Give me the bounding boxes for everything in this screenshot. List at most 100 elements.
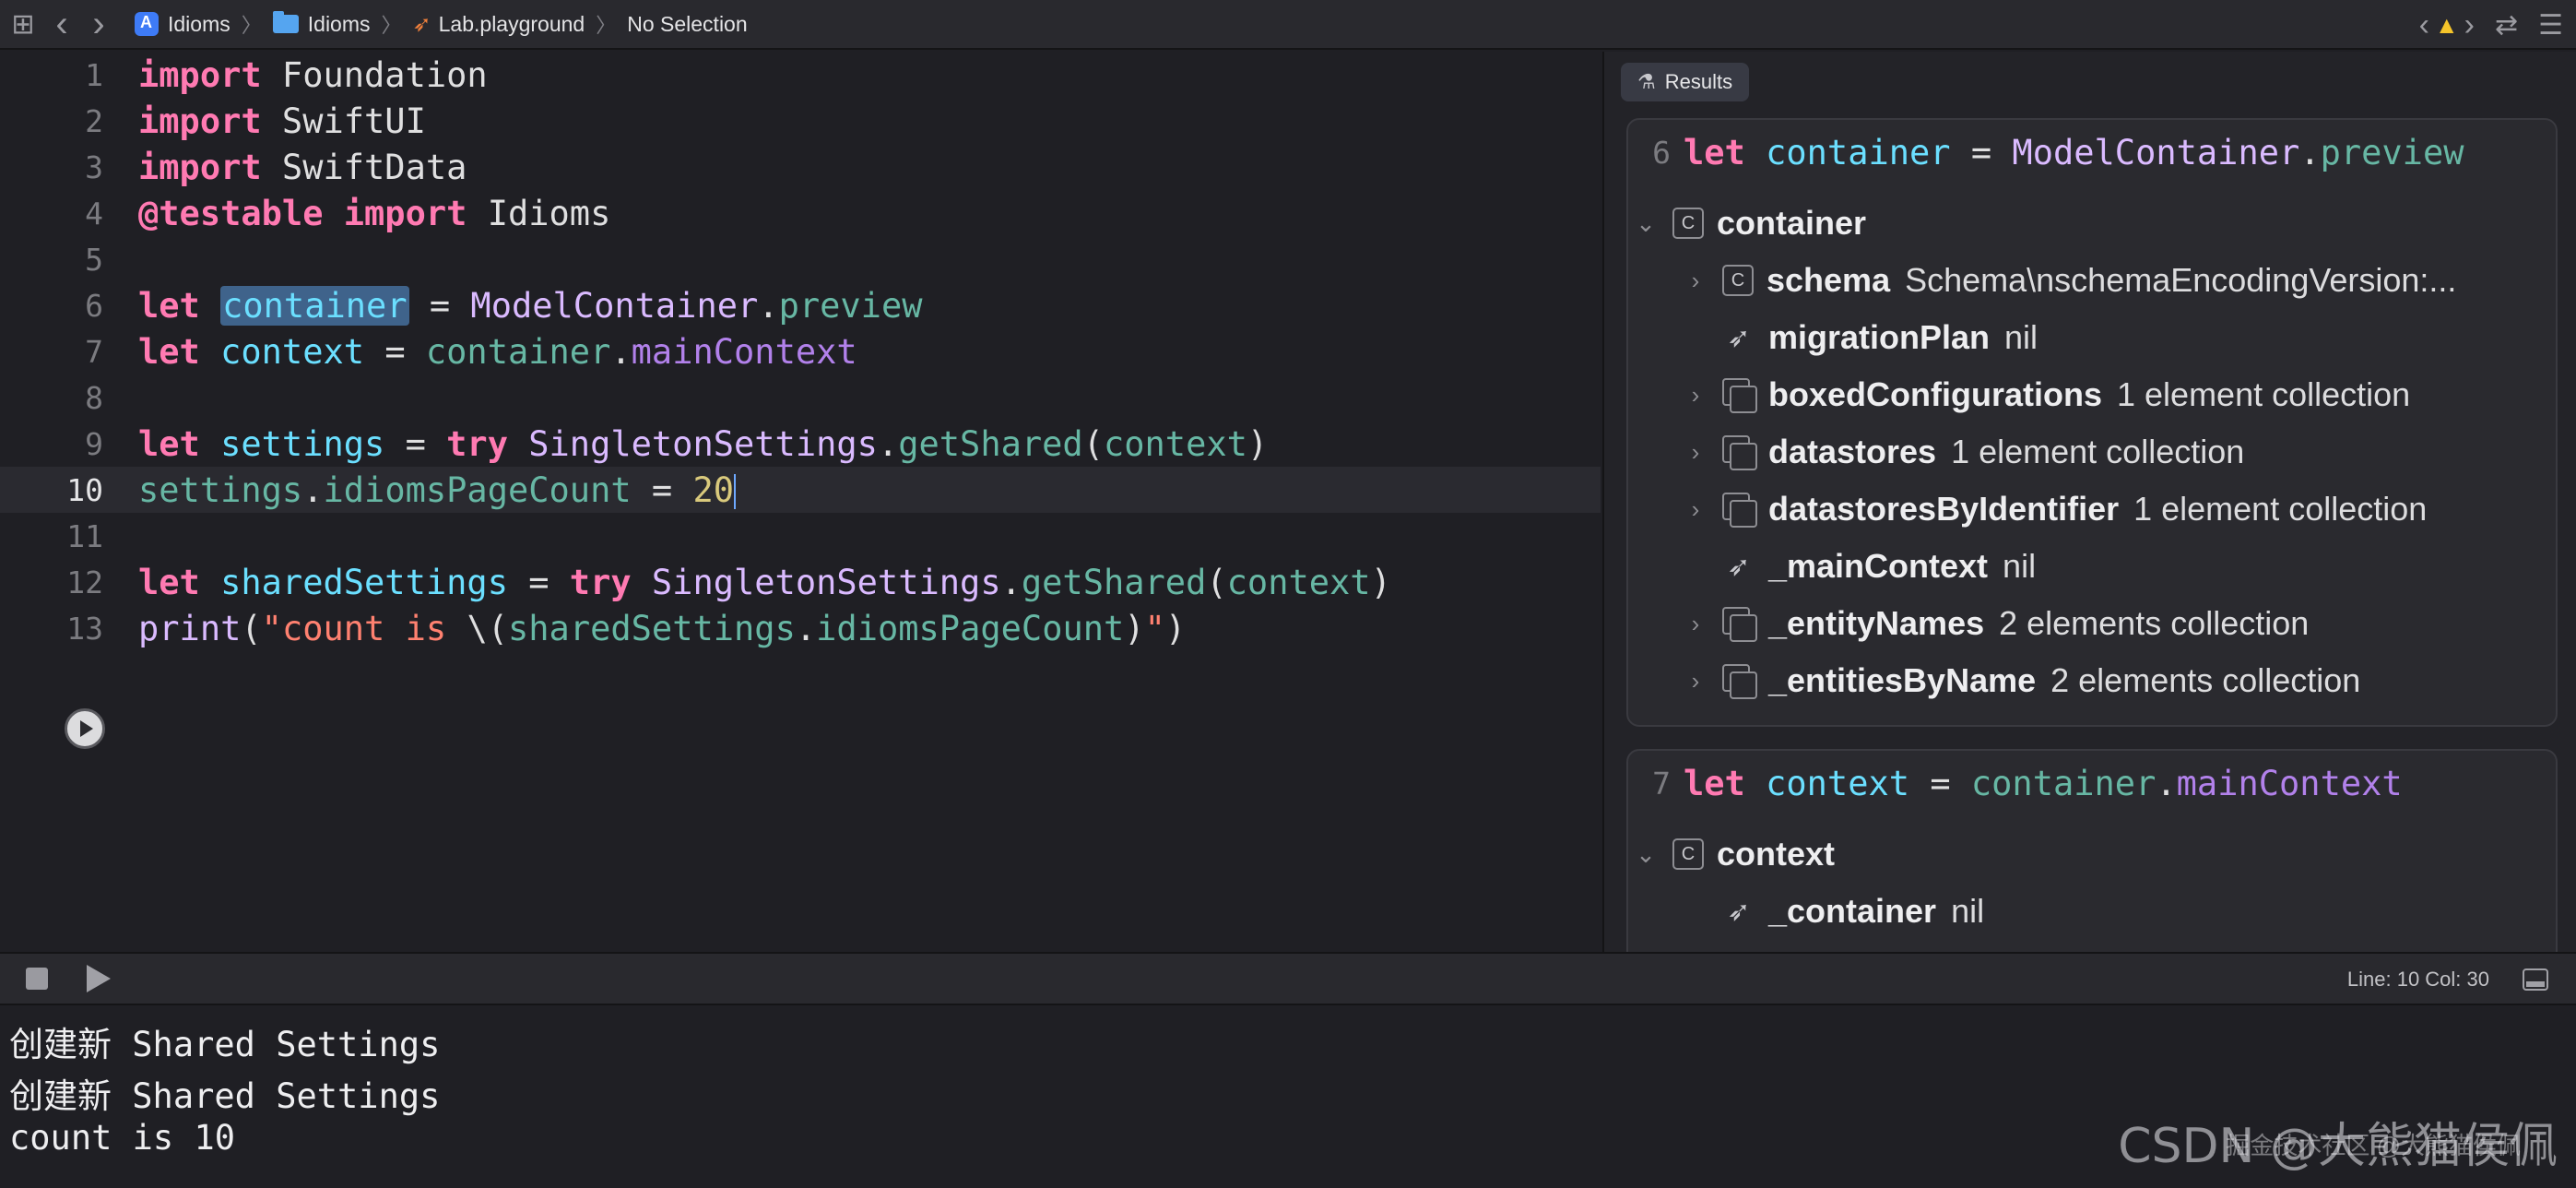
run-to-line-button[interactable] — [65, 708, 105, 749]
related-items-swap-icon[interactable]: ⇄ — [2495, 9, 2518, 42]
result-value: 1 element collection — [1951, 433, 2245, 470]
operator: . — [610, 331, 632, 372]
breadcrumb: Idioms 〉 Idioms 〉 ➶ Lab.playground 〉 No … — [135, 9, 748, 39]
result-value: nil — [2003, 547, 2037, 585]
collection-icon — [1722, 435, 1757, 470]
line-number: 7 — [85, 333, 103, 370]
result-card-header: 7 let context = container. mainContext — [1628, 751, 2403, 815]
line-number: 11 — [66, 517, 103, 554]
result-tree-row[interactable]: › datastoresByIdentifier 1 element colle… — [1682, 483, 2427, 535]
method-name: getShared — [1021, 562, 1207, 602]
chevron-right-icon[interactable]: › — [1682, 667, 1709, 695]
identifier: context — [199, 331, 365, 372]
code-line: 7 let context = container.mainContext — [0, 328, 1601, 374]
folder-icon — [272, 11, 299, 33]
result-name: boxedConfigurations — [1768, 375, 2102, 413]
identifier: settings — [199, 423, 385, 464]
property: idiomsPageCount — [816, 608, 1125, 648]
stop-button[interactable] — [26, 968, 48, 990]
breadcrumb-label: Idioms — [168, 11, 230, 36]
attribute: @testable — [138, 193, 324, 233]
code-line: 3 import SwiftData — [0, 144, 1601, 190]
collection-icon — [1722, 493, 1757, 528]
result-tree-root[interactable]: ⌄ C context — [1632, 828, 1849, 880]
operator: = — [1950, 132, 2013, 172]
chevron-right-icon[interactable]: › — [1682, 267, 1709, 295]
chevron-right-icon[interactable]: › — [1682, 610, 1709, 638]
result-tree-row[interactable]: › _entityNames 2 elements collection — [1682, 598, 2309, 649]
result-value: 1 element collection — [2117, 375, 2411, 413]
chevron-right-icon[interactable]: › — [1682, 381, 1709, 410]
breadcrumb-project[interactable]: Idioms — [135, 12, 230, 37]
back-chevron-icon[interactable]: ‹ — [50, 4, 74, 45]
result-value: 1 element collection — [2133, 490, 2428, 528]
previous-issue-chevron-icon[interactable]: ‹ — [2419, 7, 2429, 43]
operator: = — [408, 285, 471, 326]
warning-icon[interactable]: ▲ — [2435, 11, 2459, 40]
results-pane: ⚗ Results 6 let container = ModelContaine… — [1602, 52, 2576, 952]
property: preview — [2320, 132, 2464, 172]
breadcrumb-folder[interactable]: Idioms — [272, 11, 371, 37]
property: mainContext — [2176, 763, 2403, 803]
result-tree-row[interactable]: › C schema Schema\nschemaEncodingVersion… — [1682, 255, 2457, 306]
result-tree-row[interactable]: › datastores 1 element collection — [1682, 426, 2244, 478]
breadcrumb-label: No Selection — [627, 11, 748, 36]
text-caret — [734, 474, 737, 509]
next-issue-chevron-icon[interactable]: › — [2464, 7, 2475, 43]
chevron-down-icon[interactable]: ⌄ — [1632, 840, 1660, 869]
debug-bar: Line: 10 Col: 30 — [0, 952, 2576, 1005]
result-tree-row[interactable]: ➶ _mainContext nil — [1682, 541, 2036, 592]
run-button[interactable] — [87, 965, 111, 992]
forward-chevron-icon[interactable]: › — [87, 4, 111, 45]
breadcrumb-selection[interactable]: No Selection — [627, 12, 747, 37]
result-card-container: 6 let container = ModelContainer. preview … — [1626, 118, 2558, 727]
function-name: print — [138, 608, 242, 648]
keyword: try — [569, 562, 632, 602]
argument: context — [1103, 423, 1247, 464]
results-tab[interactable]: ⚗ Results — [1621, 63, 1750, 101]
console-line: 创建新 Shared Settings — [9, 1076, 441, 1116]
chevron-right-icon[interactable]: › — [1682, 438, 1709, 467]
code-line: 5 — [0, 236, 1601, 282]
operator: . — [758, 285, 779, 326]
toggle-debug-area-icon[interactable] — [2523, 968, 2548, 991]
module-name: SwiftData — [261, 147, 467, 187]
grid-icon[interactable]: ⊞ — [9, 8, 37, 41]
class-icon: C — [1672, 838, 1704, 870]
operator: . — [302, 469, 324, 510]
chevron-down-icon[interactable]: ⌄ — [1632, 209, 1660, 238]
number-literal: 20 — [692, 469, 735, 510]
operator: ) — [1247, 423, 1269, 464]
line-number: 8 — [85, 379, 103, 416]
type-name: SingletonSettings — [507, 423, 878, 464]
selected-identifier[interactable]: container — [220, 285, 409, 326]
breadcrumb-separator-icon: 〉 — [241, 14, 262, 37]
chevron-right-icon[interactable]: › — [1682, 495, 1709, 524]
collection-icon — [1722, 607, 1757, 642]
collection-icon — [1722, 378, 1757, 413]
breadcrumb-label: Idioms — [307, 11, 371, 36]
line-number: 4 — [85, 195, 103, 232]
collection-icon — [1722, 664, 1757, 699]
code-line: 6 let container = ModelContainer.preview — [0, 282, 1601, 328]
result-tree-row[interactable]: › _entitiesByName 2 elements collection — [1682, 655, 2360, 707]
identifier: context — [1744, 763, 1910, 803]
code-line: 11 — [0, 513, 1601, 559]
identifier: settings — [138, 469, 303, 510]
swift-icon: ➶ — [412, 11, 431, 37]
code-line: 9 let settings = try SingletonSettings.g… — [0, 421, 1601, 467]
line-number: 9 — [85, 425, 103, 462]
result-tree-row[interactable]: ➶ migrationPlan nil — [1682, 312, 2038, 363]
code-editor[interactable]: 1 import Foundation 2 import SwiftUI 3 i… — [0, 52, 1601, 952]
jump-bar-right-controls: ‹ ▲ › ⇄ ☰ — [2419, 0, 2563, 50]
result-tree-row[interactable]: › boxedConfigurations 1 element collecti… — [1682, 369, 2410, 421]
result-tree-row[interactable]: ➶ _container nil — [1682, 885, 1984, 937]
result-name: _entityNames — [1768, 604, 1985, 642]
result-name: _entitiesByName — [1768, 661, 2037, 699]
editor-options-menu-icon[interactable]: ☰ — [2538, 9, 2563, 42]
result-tree-root[interactable]: ⌄ C container — [1632, 197, 1881, 249]
breadcrumb-playground[interactable]: ➶ Lab.playground — [413, 11, 585, 38]
keyword: import — [138, 147, 262, 187]
breadcrumb-label: Lab.playground — [438, 11, 585, 36]
operator: . — [2299, 132, 2321, 172]
